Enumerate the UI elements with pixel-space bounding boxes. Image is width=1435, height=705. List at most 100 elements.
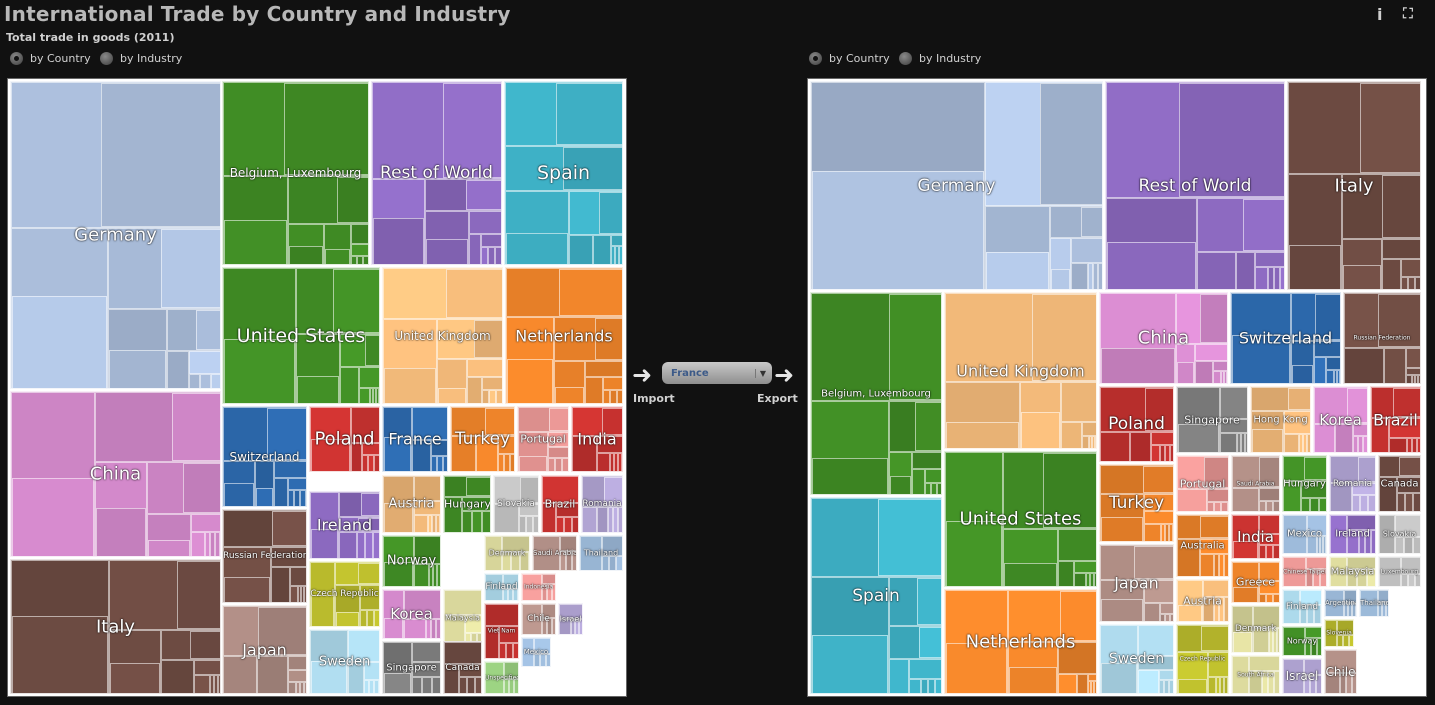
right-by-country-radio[interactable]: by Country xyxy=(809,52,890,65)
left-by-industry-radio[interactable]: by Industry xyxy=(100,52,182,65)
industry-cell[interactable] xyxy=(469,234,481,264)
industry-cell[interactable] xyxy=(542,604,555,618)
industry-cell[interactable] xyxy=(504,662,518,679)
industry-cell[interactable] xyxy=(506,268,622,317)
industry-cell[interactable] xyxy=(1406,368,1420,375)
export-tile[interactable]: Portugal xyxy=(1176,455,1229,512)
industry-cell[interactable] xyxy=(284,83,368,175)
industry-cell[interactable] xyxy=(1347,569,1357,586)
industry-cell[interactable] xyxy=(474,320,502,358)
industry-cell[interactable] xyxy=(510,454,514,471)
industry-cell[interactable] xyxy=(1003,529,1058,586)
industry-cell[interactable] xyxy=(1353,424,1367,436)
import-tile[interactable]: Brazil xyxy=(541,475,579,533)
industry-cell[interactable] xyxy=(1273,545,1279,558)
industry-cell[interactable] xyxy=(412,440,431,471)
industry-cell[interactable] xyxy=(1200,554,1214,576)
export-tile[interactable]: Thailand xyxy=(1359,589,1389,617)
industry-cell[interactable] xyxy=(96,508,146,556)
industry-cell[interactable] xyxy=(451,407,514,436)
industry-cell[interactable] xyxy=(1415,277,1420,289)
industry-cell[interactable] xyxy=(414,515,428,532)
industry-cell[interactable] xyxy=(339,492,379,517)
export-tile[interactable]: Greece xyxy=(1231,561,1280,603)
industry-cell[interactable] xyxy=(1200,294,1227,343)
industry-cell[interactable] xyxy=(108,228,220,309)
industry-cell[interactable] xyxy=(812,171,984,289)
industry-cell[interactable] xyxy=(1259,457,1279,487)
industry-cell[interactable] xyxy=(1379,477,1397,511)
industry-cell[interactable] xyxy=(1330,483,1352,511)
industry-cell[interactable] xyxy=(1177,489,1207,511)
industry-cell[interactable] xyxy=(304,682,306,693)
industry-cell[interactable] xyxy=(1314,341,1340,357)
industry-cell[interactable] xyxy=(1004,563,1057,586)
import-tile[interactable]: Canada xyxy=(443,641,482,694)
industry-cell[interactable] xyxy=(472,511,482,532)
industry-cell[interactable] xyxy=(1347,515,1375,530)
industry-cell[interactable] xyxy=(384,673,411,693)
industry-cell[interactable] xyxy=(1320,569,1326,586)
export-tile[interactable]: Israel xyxy=(1282,658,1322,694)
industry-cell[interactable] xyxy=(1251,411,1284,452)
industry-cell[interactable] xyxy=(1106,82,1284,198)
export-tile[interactable]: Canada xyxy=(1378,455,1421,512)
industry-cell[interactable] xyxy=(1077,674,1088,693)
industry-cell[interactable] xyxy=(1368,495,1375,511)
export-tile[interactable]: Korea xyxy=(1313,386,1368,453)
industry-cell[interactable] xyxy=(1101,517,1143,541)
industry-cell[interactable] xyxy=(1301,481,1326,498)
import-tile[interactable]: Malaysia xyxy=(443,589,482,647)
industry-cell[interactable] xyxy=(351,443,362,471)
industry-cell[interactable] xyxy=(556,517,564,532)
export-tile[interactable]: Hong Kong xyxy=(1250,386,1311,453)
industry-cell[interactable] xyxy=(603,377,622,390)
industry-cell[interactable] xyxy=(890,476,911,494)
industry-cell[interactable] xyxy=(1337,620,1353,635)
industry-cell[interactable] xyxy=(811,577,889,693)
import-tile[interactable]: Korea xyxy=(382,589,441,639)
industry-cell[interactable] xyxy=(552,618,555,634)
industry-cell[interactable] xyxy=(482,511,490,532)
industry-cell[interactable] xyxy=(1386,602,1388,616)
industry-cell[interactable] xyxy=(1291,341,1314,383)
industry-cell[interactable] xyxy=(364,662,379,680)
industry-cell[interactable] xyxy=(552,584,555,600)
industry-cell[interactable] xyxy=(582,507,597,532)
industry-cell[interactable] xyxy=(1323,536,1326,553)
industry-cell[interactable] xyxy=(1224,597,1228,621)
industry-cell[interactable] xyxy=(189,374,200,388)
industry-cell[interactable] xyxy=(257,656,288,693)
industry-cell[interactable] xyxy=(1208,677,1216,693)
industry-cell[interactable] xyxy=(1177,625,1228,652)
industry-cell[interactable] xyxy=(1288,388,1310,410)
industry-cell[interactable] xyxy=(1259,488,1279,501)
industry-cell[interactable] xyxy=(1253,606,1279,628)
industry-cell[interactable] xyxy=(1367,569,1375,586)
industry-cell[interactable] xyxy=(383,476,414,532)
industry-cell[interactable] xyxy=(1378,590,1388,602)
industry-cell[interactable] xyxy=(191,514,220,532)
industry-cell[interactable] xyxy=(585,361,622,377)
industry-cell[interactable] xyxy=(109,350,166,388)
industry-cell[interactable] xyxy=(438,388,466,403)
industry-cell[interactable] xyxy=(554,361,585,403)
industry-cell[interactable] xyxy=(310,630,348,693)
industry-cell[interactable] xyxy=(556,503,578,517)
export-tile[interactable]: Romania xyxy=(1329,455,1376,512)
import-tile[interactable]: Belgium, Luxembourg xyxy=(222,81,369,265)
industry-cell[interactable] xyxy=(1224,677,1228,693)
industry-cell[interactable] xyxy=(917,578,941,625)
industry-cell[interactable] xyxy=(1408,277,1415,289)
import-tile[interactable]: Unspecified xyxy=(484,661,519,694)
industry-cell[interactable] xyxy=(1179,83,1284,197)
industry-cell[interactable] xyxy=(412,677,422,693)
industry-cell[interactable] xyxy=(1382,239,1420,259)
industry-cell[interactable] xyxy=(444,476,490,497)
industry-cell[interactable] xyxy=(518,432,548,471)
export-tile[interactable]: Spain xyxy=(810,497,942,694)
industry-cell[interactable] xyxy=(1003,452,1096,529)
import-tile[interactable]: Norway xyxy=(382,535,441,587)
industry-cell[interactable] xyxy=(1340,370,1341,384)
industry-cell[interactable] xyxy=(224,339,295,403)
